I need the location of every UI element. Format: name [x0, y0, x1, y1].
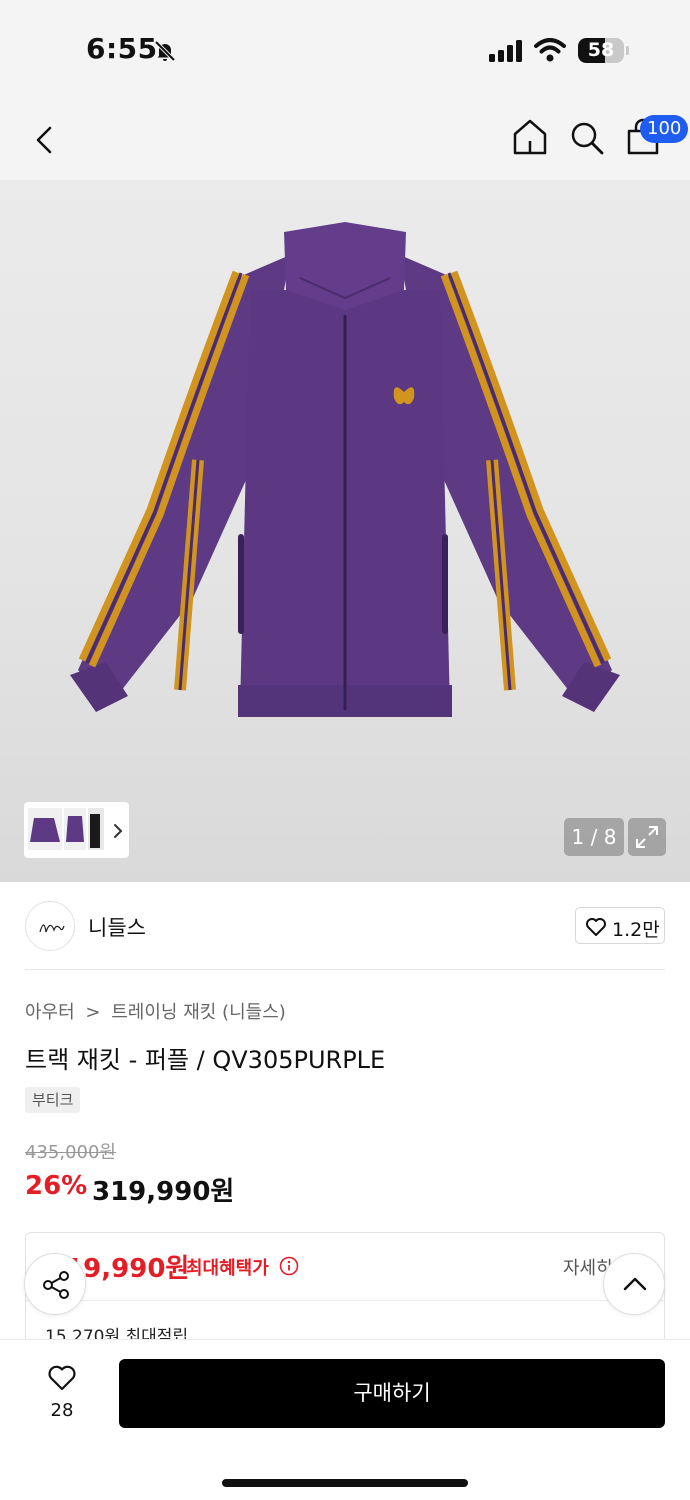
discount-rate: 26% — [25, 1171, 88, 1201]
breadcrumb-separator: > — [85, 1002, 101, 1023]
max-benefit-label: 최대혜택가 — [186, 1258, 269, 1279]
search-button[interactable] — [568, 118, 606, 162]
sale-price: 319,990원 — [92, 1177, 235, 1207]
divider — [25, 969, 665, 970]
search-icon — [571, 122, 604, 155]
expand-image-button[interactable] — [628, 818, 666, 856]
chevron-right-icon[interactable] — [112, 823, 124, 843]
scroll-to-top-button[interactable] — [603, 1253, 665, 1315]
image-page-counter: 1 / 8 — [564, 818, 624, 856]
brand-like-button[interactable]: 1.2만 — [575, 907, 665, 944]
top-navigation — [0, 100, 690, 180]
heart-icon — [48, 1365, 76, 1391]
expand-icon — [636, 826, 658, 848]
product-photo — [70, 222, 620, 717]
home-icon — [513, 119, 547, 155]
chevron-left-icon — [36, 126, 52, 154]
status-time: 6:55 — [86, 32, 158, 65]
home-indicator — [222, 1479, 468, 1487]
boutique-tag: 부티크 — [25, 1087, 81, 1113]
cellular-signal-icon — [489, 40, 525, 66]
home-button[interactable] — [511, 117, 549, 161]
battery-indicator: 58 — [578, 38, 624, 63]
wishlist-count: 28 — [50, 1400, 74, 1421]
share-icon — [43, 1271, 69, 1299]
breadcrumb-item-training-jacket[interactable]: 트레이닝 재킷 (니들스) — [111, 1002, 286, 1023]
brand-row: 니들스 1.2만 — [0, 882, 690, 970]
product-image-gallery[interactable]: 1 / 8 — [0, 180, 690, 882]
breadcrumb: 아우터 > 트레이닝 재킷 (니들스) — [25, 998, 286, 1024]
wishlist-button[interactable]: 28 — [30, 1358, 94, 1428]
product-title: 트랙 재킷 - 퍼플 / QV305PURPLE — [25, 1046, 386, 1074]
status-bar: 6:55 58 — [0, 0, 690, 100]
battery-level: 58 — [587, 39, 615, 61]
brand-name[interactable]: 니들스 — [88, 912, 146, 942]
original-price: 435,000원 — [25, 1142, 116, 1163]
breadcrumb-item-outer[interactable]: 아우터 — [25, 1002, 75, 1023]
benefit-divider — [26, 1300, 664, 1301]
heart-icon — [586, 918, 606, 936]
buy-button[interactable]: 구매하기 — [119, 1359, 665, 1428]
battery-cap — [626, 46, 629, 55]
info-icon[interactable] — [279, 1256, 299, 1280]
share-button[interactable] — [24, 1253, 86, 1315]
bell-muted-icon — [153, 39, 177, 67]
cart-count-badge: 100 — [640, 115, 689, 143]
wifi-icon — [534, 38, 566, 66]
back-button[interactable] — [30, 120, 60, 164]
chevron-up-icon — [623, 1277, 647, 1291]
thumbnail-images — [28, 808, 104, 850]
brand-like-count: 1.2만 — [612, 919, 660, 941]
brand-logo[interactable] — [25, 901, 75, 951]
